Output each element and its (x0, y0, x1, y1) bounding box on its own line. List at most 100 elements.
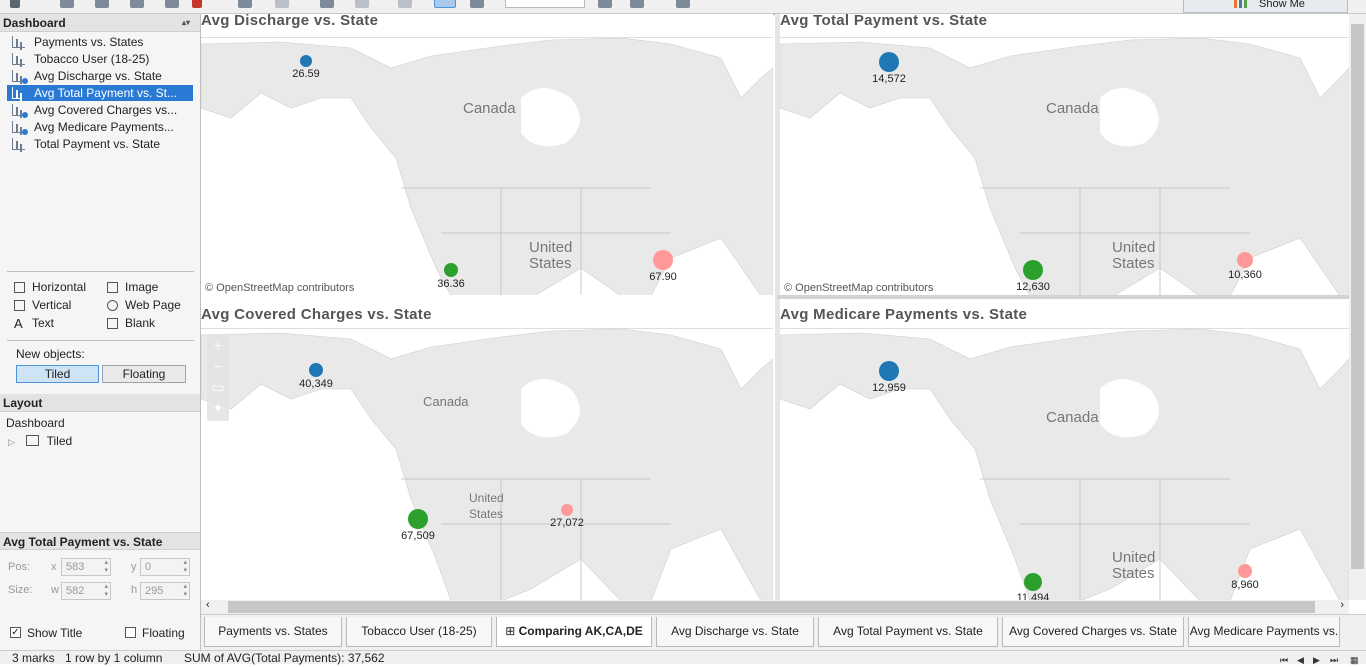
layout-header: Layout (0, 394, 200, 412)
floating-checkbox[interactable] (125, 627, 136, 638)
layout-tiled-node[interactable]: ▷ Tiled (8, 434, 72, 450)
sheet-icon (12, 53, 25, 65)
first-sheet-icon[interactable]: ⏮ (1280, 653, 1288, 667)
map-marker-de[interactable] (561, 504, 573, 516)
map-marker-ak[interactable] (309, 363, 323, 377)
scroll-left-icon[interactable]: ‹ (206, 599, 210, 611)
sheet-tab[interactable]: Tobacco User (18-25) (346, 617, 492, 647)
floating-button[interactable]: Floating (102, 365, 186, 383)
map-label-states: States (1112, 565, 1155, 582)
sheet-item[interactable]: Avg Medicare Payments... (7, 119, 193, 135)
sheet-item[interactable]: Payments vs. States (7, 34, 193, 50)
map-marker-ak[interactable] (300, 55, 312, 67)
auto-update-icon[interactable] (238, 0, 252, 8)
sheet-tab[interactable]: Avg Discharge vs. State (656, 617, 814, 647)
dashboard-header-label: Dashboard (3, 16, 66, 30)
sort-asc-icon[interactable] (355, 0, 369, 8)
map-marker-ak[interactable] (879, 361, 899, 381)
x-field[interactable]: 583 (61, 558, 111, 576)
w-label: w (51, 584, 59, 596)
duplicate-icon[interactable] (165, 0, 179, 8)
next-sheet-icon[interactable]: ▶ (1313, 653, 1320, 667)
clear-icon[interactable] (192, 0, 202, 8)
last-sheet-icon[interactable]: ⏭ (1330, 653, 1338, 667)
object-web-page[interactable]: Web Page (105, 297, 181, 314)
undo-icon[interactable] (10, 0, 20, 8)
panel-menu-icon[interactable]: ▴▾ (182, 14, 190, 32)
sheet-item[interactable]: Avg Total Payment vs. St... (7, 85, 193, 101)
scroll-thumb[interactable] (228, 601, 1315, 613)
map-marker-de[interactable] (1238, 564, 1252, 578)
map-marker-ak[interactable] (879, 52, 899, 72)
layout-root[interactable]: Dashboard (6, 416, 65, 430)
sheet-tab-label: Tobacco User (18-25) (361, 624, 477, 638)
datasource-icon[interactable] (95, 0, 109, 8)
save-icon[interactable] (60, 0, 74, 8)
horizontal-scrollbar[interactable]: ‹ › (201, 599, 1349, 614)
labels-icon[interactable] (434, 0, 456, 8)
width-field[interactable]: 582 (61, 582, 111, 600)
tiled-button[interactable]: Tiled (16, 365, 99, 383)
left-panel: Dashboard ▴▾ Payments vs. States Tobacco … (0, 14, 201, 650)
object-blank[interactable]: Blank (105, 315, 155, 332)
scroll-thumb[interactable] (1351, 24, 1364, 569)
map-view[interactable]: Canada United States © OpenStreetMap contri… (201, 37, 773, 295)
sheet-tab[interactable]: Avg Medicare Payments vs. (1188, 617, 1340, 647)
scroll-right-icon[interactable]: › (1340, 599, 1344, 611)
sheet-item[interactable]: Total Payment vs. State (7, 136, 193, 152)
map-view[interactable]: Canada United States © OpenStreetMap contri… (780, 37, 1349, 295)
sheet-tab[interactable]: Avg Total Payment vs. State (818, 617, 998, 647)
show-me-button[interactable]: Show Me (1183, 0, 1348, 13)
zoom-out-icon[interactable]: − (207, 356, 229, 377)
sheet-item[interactable]: Avg Discharge vs. State (7, 68, 193, 84)
map-copyright: © OpenStreetMap contributors (205, 282, 355, 294)
map-view[interactable]: Canada United States 12,959 11,494 8,960 (780, 328, 1349, 600)
divider (7, 340, 194, 341)
sheet-tab-label: Avg Discharge vs. State (671, 624, 799, 638)
fit-icon[interactable] (470, 0, 484, 8)
show-title-checkbox[interactable]: ✓ (10, 627, 21, 638)
fit-dropdown[interactable] (505, 0, 585, 8)
map-panel[interactable]: Avg Medicare Payments vs. State⧉ CanadaU… (780, 305, 1349, 600)
sheet-item[interactable]: Avg Covered Charges vs... (7, 102, 193, 118)
map-marker-ca[interactable] (1023, 260, 1043, 280)
tooltip-icon[interactable] (630, 0, 644, 8)
y-field[interactable]: 0 (140, 558, 190, 576)
zoom-in-icon[interactable]: + (207, 335, 229, 356)
sheet-tab[interactable]: Payments vs. States (204, 617, 342, 647)
run-update-icon[interactable] (275, 0, 289, 8)
map-marker-ca[interactable] (444, 263, 458, 277)
expand-icon[interactable]: ▷ (8, 437, 15, 447)
prev-sheet-icon[interactable]: ◀ (1297, 653, 1304, 667)
map-marker-de[interactable] (653, 250, 673, 270)
map-marker-de[interactable] (1237, 252, 1253, 268)
map-view[interactable]: Canada United States 40,349 67,509 27,072 + − ▭ ✦ (201, 328, 773, 600)
map-panel[interactable]: Avg Covered Charges vs. State Canada Unit… (201, 305, 773, 600)
swap-icon[interactable] (320, 0, 334, 8)
highlight-icon[interactable] (398, 0, 412, 8)
marker-label: 12,630 (1016, 281, 1050, 293)
new-sheet-icon[interactable] (130, 0, 144, 8)
object-horizontal[interactable]: Horizontal (12, 279, 86, 296)
in-use-icon (22, 129, 28, 135)
object-image[interactable]: Image (105, 279, 158, 296)
sheet-item[interactable]: Tobacco User (18-25) (7, 51, 193, 67)
pin-icon[interactable] (598, 0, 612, 8)
pin-map-icon[interactable]: ✦ (207, 398, 229, 419)
height-field[interactable]: 295 (140, 582, 190, 600)
map-marker-ca[interactable] (1024, 573, 1042, 591)
sheet-sorter-icon[interactable]: ▦ (1350, 653, 1359, 667)
zoom-area-icon[interactable]: ▭ (207, 377, 229, 398)
map-marker-ca[interactable] (408, 509, 428, 529)
vertical-scrollbar[interactable] (1349, 14, 1366, 600)
object-text[interactable]: A Text (12, 315, 54, 332)
map-panel[interactable]: Avg Total Payment vs. State Canada United… (780, 14, 1349, 295)
sheet-tab[interactable]: ⊞ Comparing AK,CA,DE (496, 617, 652, 647)
sheet-tab[interactable]: Avg Covered Charges vs. State (1002, 617, 1184, 647)
object-vertical[interactable]: Vertical (12, 297, 71, 314)
dashboard-canvas: Avg Discharge vs. State Canada United Stat… (201, 14, 1349, 600)
presentation-icon[interactable] (676, 0, 690, 8)
map-label-states: States (529, 255, 572, 272)
map-panel[interactable]: Avg Discharge vs. State Canada United Stat… (201, 14, 773, 295)
marker-label: 67,509 (401, 530, 435, 542)
